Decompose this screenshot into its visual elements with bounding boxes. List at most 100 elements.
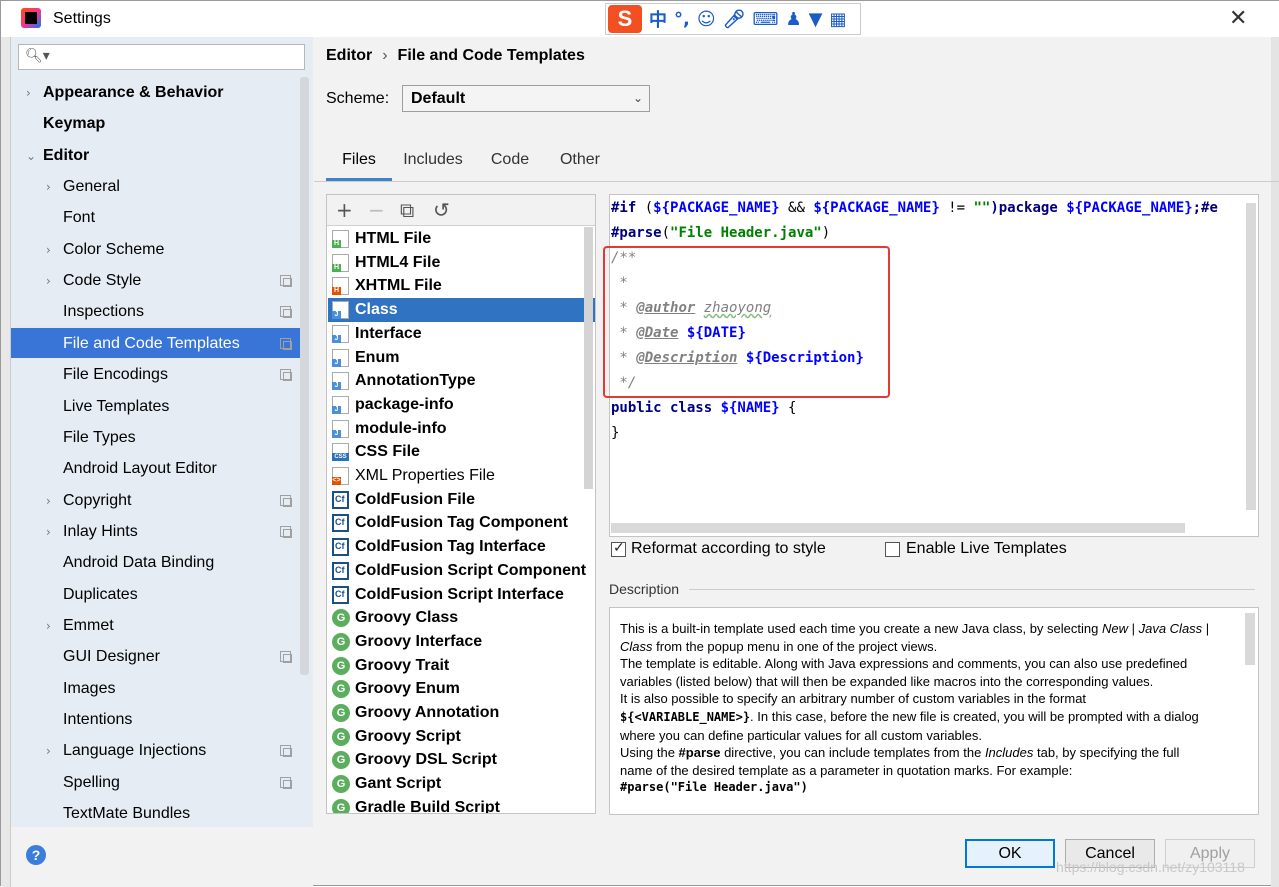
template-list-item[interactable]: H HTML File: [328, 227, 595, 251]
template-list-item[interactable]: Groovy Trait: [328, 654, 595, 678]
chevron-down-icon[interactable]: ⌄: [26, 141, 36, 171]
sidebar-item[interactable]: File Encodings: [63, 360, 168, 390]
ok-button[interactable]: OK: [965, 839, 1055, 868]
template-list-item[interactable]: H XHTML File: [328, 274, 595, 298]
chevron-right-icon[interactable]: ›: [46, 486, 51, 516]
sidebar-item[interactable]: Language Injections: [63, 736, 206, 766]
sidebar-item[interactable]: Live Templates: [63, 392, 169, 422]
sidebar-item[interactable]: Inlay Hints: [63, 517, 138, 547]
sidebar-item[interactable]: Code Style: [63, 266, 141, 296]
description-scrollbar[interactable]: [1245, 613, 1255, 665]
reset-template-button[interactable]: ↺: [433, 198, 450, 222]
chevron-right-icon[interactable]: ›: [46, 266, 51, 296]
sidebar-item[interactable]: Android Layout Editor: [63, 454, 217, 484]
sidebar-item[interactable]: Editor: [43, 141, 89, 171]
sidebar-item[interactable]: TextMate Bundles: [63, 799, 190, 829]
template-list-scrollbar[interactable]: [584, 227, 593, 489]
xml-file-icon: <>: [332, 467, 349, 485]
template-list-item[interactable]: Groovy Script: [328, 725, 595, 749]
sogou-logo-icon[interactable]: S: [608, 5, 642, 33]
emoji-icon[interactable]: ☺: [697, 9, 716, 30]
chevron-right-icon[interactable]: ›: [46, 611, 51, 641]
tab-other[interactable]: Other: [550, 147, 610, 181]
template-list-item[interactable]: J Class: [328, 298, 595, 322]
sidebar-item[interactable]: Keymap: [43, 109, 105, 139]
coldfusion-file-icon: [332, 538, 349, 556]
sidebar-item[interactable]: Emmet: [63, 611, 114, 641]
sidebar-item[interactable]: Font: [63, 203, 95, 233]
chevron-right-icon[interactable]: ›: [46, 235, 51, 265]
sidebar-item[interactable]: General: [63, 172, 120, 202]
user-icon[interactable]: ♟: [785, 9, 801, 30]
template-list-item[interactable]: Jmodule-info: [328, 417, 595, 441]
remove-template-button[interactable]: −: [368, 198, 385, 222]
sidebar-item[interactable]: Duplicates: [63, 580, 138, 610]
microphone-icon[interactable]: 🎤︎: [723, 9, 746, 30]
settings-search-input[interactable]: 🔍︎▾: [18, 44, 305, 70]
sidebar-item-label: General: [63, 178, 120, 195]
tab-files[interactable]: Files: [326, 147, 392, 181]
template-list-item[interactable]: Groovy Interface: [328, 630, 595, 654]
sidebar-item[interactable]: Android Data Binding: [63, 548, 214, 578]
template-list-item[interactable]: ColdFusion Tag Component: [328, 511, 595, 535]
ime-toolbar[interactable]: S 中 °, ☺ 🎤︎ ⌨ ♟ ▼ ▦: [605, 3, 861, 35]
template-list-item[interactable]: ColdFusion Script Component: [328, 559, 595, 583]
chevron-right-icon[interactable]: ›: [46, 517, 51, 547]
template-list-item[interactable]: Groovy DSL Script: [328, 748, 595, 772]
template-list-item[interactable]: Groovy Enum: [328, 677, 595, 701]
text-run: Includes: [984, 745, 1034, 761]
sidebar-item[interactable]: Images: [63, 674, 115, 704]
skin-shirt-icon[interactable]: ▼: [809, 9, 823, 30]
copy-template-button[interactable]: ⧉: [400, 198, 414, 222]
sidebar-scrollbar[interactable]: [300, 77, 309, 675]
live-templates-label[interactable]: Enable Live Templates: [906, 540, 1067, 558]
template-list-item[interactable]: J Enum: [328, 346, 595, 370]
template-list-item[interactable]: Jpackage-info: [328, 393, 595, 417]
template-list-item[interactable]: J Interface: [328, 322, 595, 346]
ime-punctuation[interactable]: °,: [674, 9, 690, 30]
template-list-item[interactable]: H HTML4 File: [328, 251, 595, 275]
close-icon[interactable]: ✕: [1229, 6, 1247, 31]
reformat-label[interactable]: Reformat according to style: [631, 540, 826, 558]
project-scope-icon: [280, 745, 292, 757]
chevron-right-icon[interactable]: ›: [46, 736, 51, 766]
template-list-item-label: Groovy Trait: [355, 657, 450, 674]
template-list-item[interactable]: J AnnotationType: [328, 369, 595, 393]
groovy-file-icon: [332, 609, 350, 627]
template-list-item[interactable]: Groovy Annotation: [328, 701, 595, 725]
sidebar-item[interactable]: Spelling: [63, 768, 120, 798]
sidebar-item[interactable]: Color Scheme: [63, 235, 164, 265]
sidebar-item[interactable]: GUI Designer: [63, 642, 160, 672]
template-list-item[interactable]: ColdFusion File: [328, 488, 595, 512]
sidebar-item[interactable]: Appearance & Behavior: [43, 78, 224, 108]
template-list-item[interactable]: <> XML Properties File: [328, 464, 595, 488]
tab-includes[interactable]: Includes: [396, 147, 470, 181]
sidebar-item[interactable]: File Types: [63, 423, 136, 453]
template-list-item[interactable]: Gant Script: [328, 772, 595, 796]
template-list-item[interactable]: Groovy Class: [328, 606, 595, 630]
code-token: "File Header.java": [670, 225, 822, 241]
text-run: |: [1202, 621, 1210, 636]
add-template-button[interactable]: +: [336, 198, 353, 222]
template-list-item[interactable]: ColdFusion Script Interface: [328, 583, 595, 607]
grid-menu-icon[interactable]: ▦: [829, 9, 846, 30]
reformat-checkbox[interactable]: [611, 540, 626, 557]
scheme-dropdown[interactable]: Default ⌄: [402, 85, 650, 112]
ime-chinese-mode[interactable]: 中: [649, 6, 667, 32]
tab-code[interactable]: Code: [482, 147, 538, 181]
live-templates-checkbox[interactable]: [885, 542, 900, 557]
template-list-item[interactable]: ColdFusion Tag Interface: [328, 535, 595, 559]
template-list-item[interactable]: Gradle Build Script: [328, 796, 595, 813]
sidebar-item[interactable]: Copyright: [63, 486, 131, 516]
sidebar-item[interactable]: File and Code Templates: [63, 329, 240, 359]
chevron-right-icon[interactable]: ›: [46, 172, 51, 202]
template-list-item[interactable]: CSS CSS File: [328, 440, 595, 464]
chevron-right-icon[interactable]: ›: [26, 78, 31, 108]
help-icon[interactable]: ?: [26, 845, 46, 865]
keyboard-icon[interactable]: ⌨: [752, 9, 778, 30]
editor-vertical-scrollbar[interactable]: [1246, 203, 1256, 510]
sidebar-item[interactable]: Inspections: [63, 297, 144, 327]
groovy-file-icon: [332, 704, 350, 722]
sidebar-item[interactable]: Intentions: [63, 705, 132, 735]
editor-horizontal-scrollbar[interactable]: [611, 523, 1185, 533]
